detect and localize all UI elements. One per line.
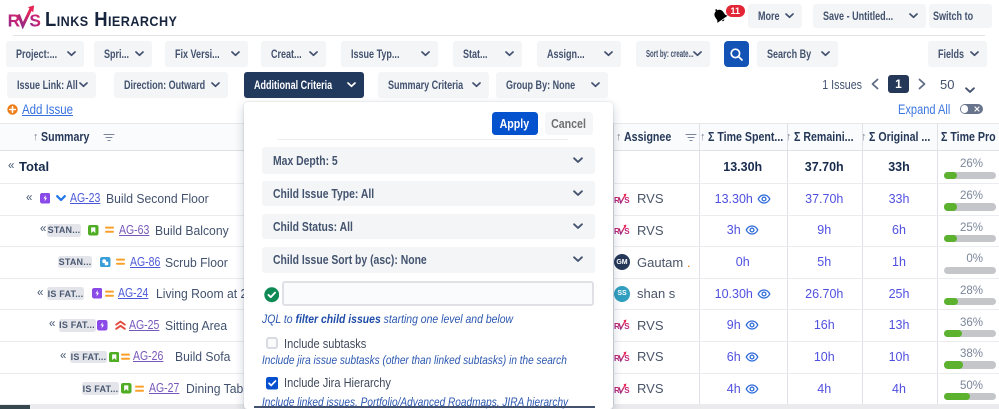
- svg-text:S: S: [624, 228, 630, 237]
- svg-text:S: S: [29, 11, 41, 31]
- svg-text:S: S: [624, 354, 630, 363]
- svg-text:R: R: [8, 11, 21, 31]
- svg-text:S: S: [624, 196, 630, 205]
- svg-text:S: S: [624, 386, 630, 395]
- svg-text:S: S: [624, 323, 630, 332]
